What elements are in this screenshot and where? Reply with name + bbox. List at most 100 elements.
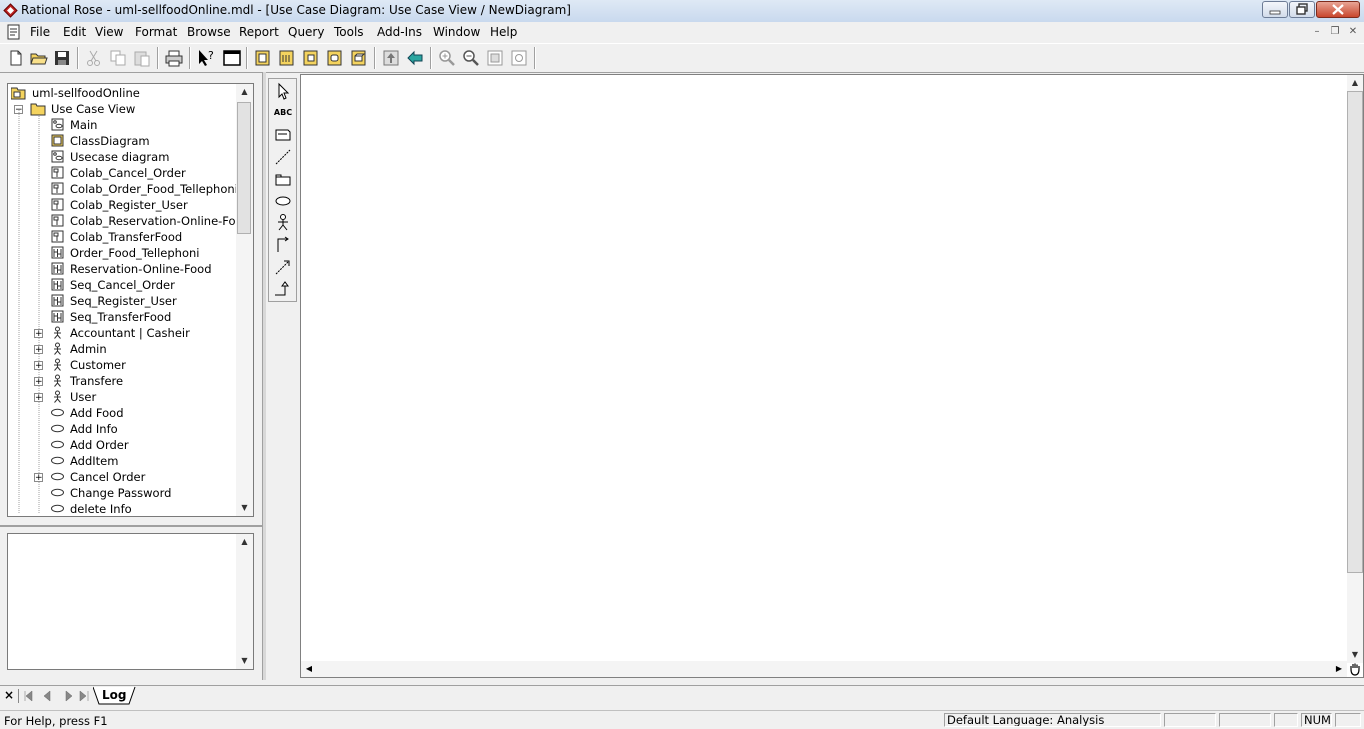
tree-item[interactable]: Colab_Cancel_Order bbox=[8, 165, 236, 181]
vertical-splitter[interactable] bbox=[262, 72, 266, 680]
browse-previous-icon[interactable] bbox=[405, 48, 425, 68]
tree-item[interactable]: + Customer bbox=[8, 357, 236, 373]
maximize-button[interactable] bbox=[1289, 1, 1315, 18]
note-tool-icon[interactable] bbox=[273, 125, 293, 145]
menu-file[interactable]: File bbox=[30, 25, 50, 39]
tree-item[interactable]: Colab_TransferFood bbox=[8, 229, 236, 245]
tree-item[interactable]: delete Info bbox=[8, 501, 236, 516]
tree-item[interactable]: Seq_Cancel_Order bbox=[8, 277, 236, 293]
context-help-icon[interactable]: ? bbox=[196, 48, 216, 68]
tree-item[interactable]: Usecase diagram bbox=[8, 149, 236, 165]
canvas-scroll-thumb[interactable] bbox=[1347, 91, 1363, 573]
model-browser[interactable]: uml-sellfoodOnline − Use Case View MainC… bbox=[7, 83, 254, 517]
anchor-note-tool-icon[interactable] bbox=[273, 147, 293, 167]
tree-item[interactable]: Main bbox=[8, 117, 236, 133]
menu-report[interactable]: Report bbox=[239, 25, 279, 39]
unidirectional-association-tool-icon[interactable] bbox=[273, 235, 293, 255]
tree-item[interactable]: Reservation-Online-Food bbox=[8, 261, 236, 277]
selection-tool-icon[interactable] bbox=[273, 81, 293, 101]
tree-item[interactable]: Change Password bbox=[8, 485, 236, 501]
tree-item[interactable]: + Cancel Order bbox=[8, 469, 236, 485]
package-tool-icon[interactable] bbox=[273, 169, 293, 189]
tree-item[interactable]: AddItem bbox=[8, 453, 236, 469]
generalization-tool-icon[interactable] bbox=[273, 279, 293, 299]
menu-view[interactable]: View bbox=[95, 25, 123, 39]
print-icon[interactable] bbox=[164, 48, 184, 68]
scroll-down-icon[interactable]: ▼ bbox=[236, 653, 253, 669]
canvas-vertical-scrollbar[interactable]: ▲ ▼ bbox=[1347, 75, 1363, 663]
expand-icon[interactable]: + bbox=[34, 345, 43, 355]
tree-item[interactable]: Colab_Order_Food_Tellephoni bbox=[8, 181, 238, 197]
mdi-close-icon[interactable]: ✕ bbox=[1346, 25, 1360, 39]
use-case-tool-icon[interactable] bbox=[273, 191, 293, 211]
text-box-tool-icon[interactable]: ABC bbox=[273, 103, 293, 123]
paste-icon[interactable] bbox=[132, 48, 152, 68]
tab-nav-arrows[interactable] bbox=[22, 689, 92, 703]
rational-rose-app-icon[interactable] bbox=[3, 3, 18, 18]
new-icon[interactable] bbox=[6, 48, 26, 68]
doc-vertical-scrollbar[interactable]: ▲ ▼ bbox=[236, 534, 253, 669]
canvas-horizontal-scrollbar[interactable]: ◀ ▶ bbox=[301, 661, 1347, 677]
tree-item[interactable]: Order_Food_Tellephoni bbox=[8, 245, 236, 261]
close-button[interactable] bbox=[1316, 1, 1360, 18]
scroll-down-icon[interactable]: ▼ bbox=[236, 500, 253, 516]
save-icon[interactable] bbox=[52, 48, 72, 68]
zoom-in-icon[interactable] bbox=[437, 48, 457, 68]
document-icon[interactable] bbox=[6, 24, 22, 40]
browser-scroll-thumb[interactable] bbox=[237, 102, 251, 234]
tree-item[interactable]: + Admin bbox=[8, 341, 236, 357]
browse-deployment-diagram-icon[interactable] bbox=[349, 48, 369, 68]
copy-icon[interactable] bbox=[108, 48, 128, 68]
browse-interaction-diagram-icon[interactable] bbox=[277, 48, 297, 68]
pane-splitter[interactable] bbox=[0, 525, 262, 527]
scroll-down-icon[interactable]: ▼ bbox=[1347, 647, 1363, 663]
expand-icon[interactable]: + bbox=[34, 377, 43, 387]
browse-class-diagram-icon[interactable] bbox=[253, 48, 273, 68]
menu-tools[interactable]: Tools bbox=[334, 25, 364, 39]
minimize-button[interactable] bbox=[1262, 1, 1288, 18]
menu-edit[interactable]: Edit bbox=[63, 25, 86, 39]
tree-item[interactable]: Seq_Register_User bbox=[8, 293, 236, 309]
scroll-up-icon[interactable]: ▲ bbox=[236, 534, 253, 550]
scroll-up-icon[interactable]: ▲ bbox=[236, 84, 253, 100]
tree-item[interactable]: + Transfere bbox=[8, 373, 236, 389]
tree-item[interactable]: Seq_TransferFood bbox=[8, 309, 236, 325]
tree-item[interactable]: ClassDiagram bbox=[8, 133, 236, 149]
open-icon[interactable] bbox=[29, 48, 49, 68]
tree-item[interactable]: Add Order bbox=[8, 437, 236, 453]
menu-query[interactable]: Query bbox=[288, 25, 324, 39]
fit-in-window-icon[interactable] bbox=[485, 48, 505, 68]
expand-icon[interactable]: + bbox=[34, 393, 43, 403]
menu-add-ins[interactable]: Add-Ins bbox=[377, 25, 422, 39]
tree-item[interactable]: + User bbox=[8, 389, 236, 405]
menu-format[interactable]: Format bbox=[135, 25, 177, 39]
view-doc-icon[interactable] bbox=[222, 48, 242, 68]
browse-component-diagram-icon[interactable] bbox=[301, 48, 321, 68]
tree-root-item[interactable]: uml-sellfoodOnline bbox=[8, 85, 236, 101]
browse-state-diagram-icon[interactable] bbox=[325, 48, 345, 68]
hand-pan-icon[interactable] bbox=[1348, 662, 1362, 676]
scroll-up-icon[interactable]: ▲ bbox=[1347, 75, 1363, 91]
expand-icon[interactable]: + bbox=[34, 473, 43, 483]
close-log-icon[interactable]: × bbox=[4, 688, 14, 702]
scroll-left-icon[interactable]: ◀ bbox=[301, 661, 317, 677]
diagram-canvas[interactable]: ▲ ▼ ◀ ▶ bbox=[300, 74, 1364, 678]
expand-icon[interactable]: + bbox=[34, 361, 43, 371]
documentation-pane[interactable]: ▲ ▼ bbox=[7, 533, 254, 670]
actor-tool-icon[interactable] bbox=[273, 213, 293, 233]
menu-window[interactable]: Window bbox=[433, 25, 480, 39]
browser-vertical-scrollbar[interactable]: ▲ ▼ bbox=[236, 84, 253, 516]
tree-item[interactable]: Add Info bbox=[8, 421, 236, 437]
dependency-tool-icon[interactable] bbox=[273, 257, 293, 277]
mdi-restore-icon[interactable]: ❐ bbox=[1328, 25, 1342, 39]
tree-item[interactable]: Colab_Register_User bbox=[8, 197, 236, 213]
cut-icon[interactable] bbox=[84, 48, 104, 68]
expand-icon[interactable]: + bbox=[34, 329, 43, 339]
menu-help[interactable]: Help bbox=[490, 25, 517, 39]
scroll-right-icon[interactable]: ▶ bbox=[1331, 661, 1347, 677]
tree-item[interactable]: Colab_Reservation-Online-Food bbox=[8, 213, 250, 229]
browse-parent-icon[interactable] bbox=[381, 48, 401, 68]
menu-browse[interactable]: Browse bbox=[187, 25, 231, 39]
zoom-out-icon[interactable] bbox=[461, 48, 481, 68]
mdi-minimize-icon[interactable]: – bbox=[1310, 25, 1324, 39]
